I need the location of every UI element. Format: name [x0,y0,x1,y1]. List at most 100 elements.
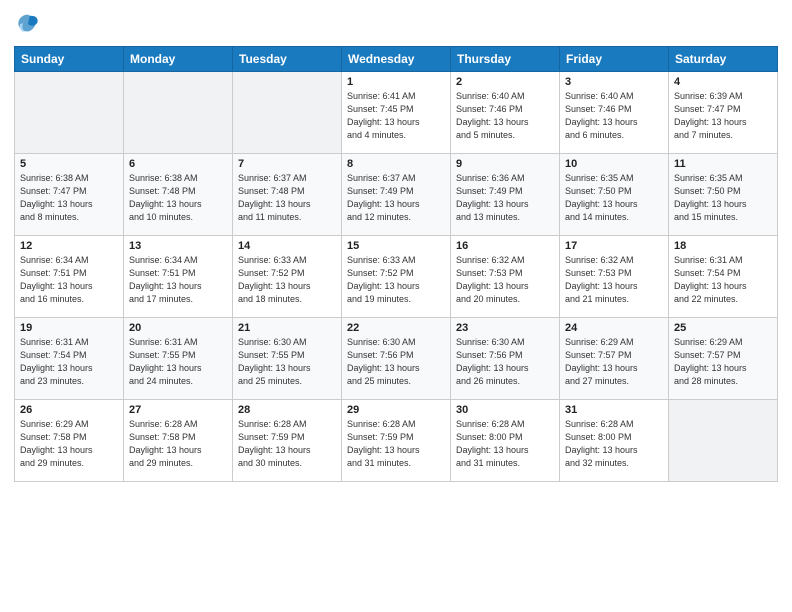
day-number: 30 [456,404,554,416]
day-info: Sunrise: 6:39 AM Sunset: 7:47 PM Dayligh… [674,90,772,142]
day-info: Sunrise: 6:28 AM Sunset: 7:59 PM Dayligh… [238,418,336,470]
day-info: Sunrise: 6:35 AM Sunset: 7:50 PM Dayligh… [674,172,772,224]
day-number: 27 [129,404,227,416]
day-info: Sunrise: 6:29 AM Sunset: 7:57 PM Dayligh… [565,336,663,388]
day-number: 16 [456,240,554,252]
calendar-cell: 3Sunrise: 6:40 AM Sunset: 7:46 PM Daylig… [560,72,669,154]
calendar-cell: 29 Sunrise: 6:28 AM Sunset: 7:59 PM Dayli… [342,400,451,482]
day-info: Sunrise: 6:33 AM Sunset: 7:52 PM Dayligh… [238,254,336,306]
day-info: Sunrise: 6:29 AM Sunset: 7:57 PM Dayligh… [674,336,772,388]
day-info: Sunrise: 6:32 AM Sunset: 7:53 PM Dayligh… [456,254,554,306]
calendar-cell [669,400,778,482]
day-info: Sunrise: 6:36 AM Sunset: 7:49 PM Dayligh… [456,172,554,224]
calendar-cell: 7 Sunrise: 6:37 AM Sunset: 7:48 PM Daylig… [233,154,342,236]
day-number: 28 [238,404,336,416]
calendar-cell: 23 Sunrise: 6:30 AM Sunset: 7:56 PM Dayli… [451,318,560,400]
day-info: Sunrise: 6:30 AM Sunset: 7:56 PM Dayligh… [456,336,554,388]
day-number: 19 [20,322,118,334]
weekday-header-row: SundayMondayTuesdayWednesdayThursdayFrid… [15,47,778,72]
calendar-cell: 11 Sunrise: 6:35 AM Sunset: 7:50 PM Dayli… [669,154,778,236]
day-number: 3 [565,76,663,88]
day-info: Sunrise: 6:34 AM Sunset: 7:51 PM Dayligh… [20,254,118,306]
calendar-cell: 6 Sunrise: 6:38 AM Sunset: 7:48 PM Daylig… [124,154,233,236]
week-row-3: 12 Sunrise: 6:34 AM Sunset: 7:51 PM Dayli… [15,236,778,318]
calendar-cell: 9Sunrise: 6:36 AM Sunset: 7:49 PM Daylig… [451,154,560,236]
day-number: 12 [20,240,118,252]
day-number: 5 [20,158,118,170]
day-number: 18 [674,240,772,252]
day-number: 17 [565,240,663,252]
day-number: 14 [238,240,336,252]
day-number: 2 [456,76,554,88]
day-number: 31 [565,404,663,416]
weekday-header-friday: Friday [560,47,669,72]
day-number: 1 [347,76,445,88]
weekday-header-thursday: Thursday [451,47,560,72]
calendar-cell: 28 Sunrise: 6:28 AM Sunset: 7:59 PM Dayli… [233,400,342,482]
day-number: 6 [129,158,227,170]
day-number: 26 [20,404,118,416]
day-number: 15 [347,240,445,252]
day-info: Sunrise: 6:28 AM Sunset: 7:59 PM Dayligh… [347,418,445,470]
day-info: Sunrise: 6:40 AM Sunset: 7:46 PM Dayligh… [456,90,554,142]
calendar-cell: 1 Sunrise: 6:41 AM Sunset: 7:45 PM Daylig… [342,72,451,154]
day-info: Sunrise: 6:30 AM Sunset: 7:56 PM Dayligh… [347,336,445,388]
calendar-cell: 18 Sunrise: 6:31 AM Sunset: 7:54 PM Dayli… [669,236,778,318]
calendar-cell: 21 Sunrise: 6:30 AM Sunset: 7:55 PM Dayli… [233,318,342,400]
page: SundayMondayTuesdayWednesdayThursdayFrid… [0,0,792,612]
calendar-cell [15,72,124,154]
day-info: Sunrise: 6:33 AM Sunset: 7:52 PM Dayligh… [347,254,445,306]
day-number: 20 [129,322,227,334]
logo [14,10,46,38]
calendar-cell: 30 Sunrise: 6:28 AM Sunset: 8:00 PM Dayli… [451,400,560,482]
day-info: Sunrise: 6:28 AM Sunset: 8:00 PM Dayligh… [565,418,663,470]
day-number: 22 [347,322,445,334]
calendar-cell: 5 Sunrise: 6:38 AM Sunset: 7:47 PM Daylig… [15,154,124,236]
day-number: 24 [565,322,663,334]
day-info: Sunrise: 6:30 AM Sunset: 7:55 PM Dayligh… [238,336,336,388]
week-row-5: 26 Sunrise: 6:29 AM Sunset: 7:58 PM Dayli… [15,400,778,482]
weekday-header-sunday: Sunday [15,47,124,72]
calendar-cell: 12 Sunrise: 6:34 AM Sunset: 7:51 PM Dayli… [15,236,124,318]
day-number: 21 [238,322,336,334]
calendar-cell: 13Sunrise: 6:34 AM Sunset: 7:51 PM Dayli… [124,236,233,318]
calendar-cell: 24 Sunrise: 6:29 AM Sunset: 7:57 PM Dayli… [560,318,669,400]
calendar-cell: 20 Sunrise: 6:31 AM Sunset: 7:55 PM Dayli… [124,318,233,400]
calendar-cell: 17Sunrise: 6:32 AM Sunset: 7:53 PM Dayli… [560,236,669,318]
day-info: Sunrise: 6:35 AM Sunset: 7:50 PM Dayligh… [565,172,663,224]
calendar-cell: 31 Sunrise: 6:28 AM Sunset: 8:00 PM Dayli… [560,400,669,482]
header [14,10,778,38]
day-info: Sunrise: 6:29 AM Sunset: 7:58 PM Dayligh… [20,418,118,470]
day-number: 8 [347,158,445,170]
weekday-header-saturday: Saturday [669,47,778,72]
calendar-cell: 22 Sunrise: 6:30 AM Sunset: 7:56 PM Dayli… [342,318,451,400]
day-info: Sunrise: 6:38 AM Sunset: 7:47 PM Dayligh… [20,172,118,224]
calendar-cell: 4 Sunrise: 6:39 AM Sunset: 7:47 PM Daylig… [669,72,778,154]
day-number: 10 [565,158,663,170]
day-info: Sunrise: 6:31 AM Sunset: 7:54 PM Dayligh… [674,254,772,306]
day-info: Sunrise: 6:38 AM Sunset: 7:48 PM Dayligh… [129,172,227,224]
weekday-header-monday: Monday [124,47,233,72]
day-info: Sunrise: 6:31 AM Sunset: 7:55 PM Dayligh… [129,336,227,388]
day-info: Sunrise: 6:41 AM Sunset: 7:45 PM Dayligh… [347,90,445,142]
logo-icon [14,10,42,38]
calendar-cell: 10 Sunrise: 6:35 AM Sunset: 7:50 PM Dayli… [560,154,669,236]
day-info: Sunrise: 6:28 AM Sunset: 8:00 PM Dayligh… [456,418,554,470]
day-number: 29 [347,404,445,416]
day-number: 11 [674,158,772,170]
day-number: 23 [456,322,554,334]
week-row-4: 19Sunrise: 6:31 AM Sunset: 7:54 PM Dayli… [15,318,778,400]
day-info: Sunrise: 6:37 AM Sunset: 7:48 PM Dayligh… [238,172,336,224]
day-info: Sunrise: 6:37 AM Sunset: 7:49 PM Dayligh… [347,172,445,224]
weekday-header-wednesday: Wednesday [342,47,451,72]
weekday-header-tuesday: Tuesday [233,47,342,72]
calendar-cell [124,72,233,154]
calendar-cell: 8 Sunrise: 6:37 AM Sunset: 7:49 PM Daylig… [342,154,451,236]
calendar-cell: 26 Sunrise: 6:29 AM Sunset: 7:58 PM Dayli… [15,400,124,482]
week-row-1: 1 Sunrise: 6:41 AM Sunset: 7:45 PM Daylig… [15,72,778,154]
day-number: 4 [674,76,772,88]
calendar-cell: 15 Sunrise: 6:33 AM Sunset: 7:52 PM Dayli… [342,236,451,318]
calendar-cell: 25Sunrise: 6:29 AM Sunset: 7:57 PM Dayli… [669,318,778,400]
day-number: 7 [238,158,336,170]
calendar-cell: 16 Sunrise: 6:32 AM Sunset: 7:53 PM Dayli… [451,236,560,318]
